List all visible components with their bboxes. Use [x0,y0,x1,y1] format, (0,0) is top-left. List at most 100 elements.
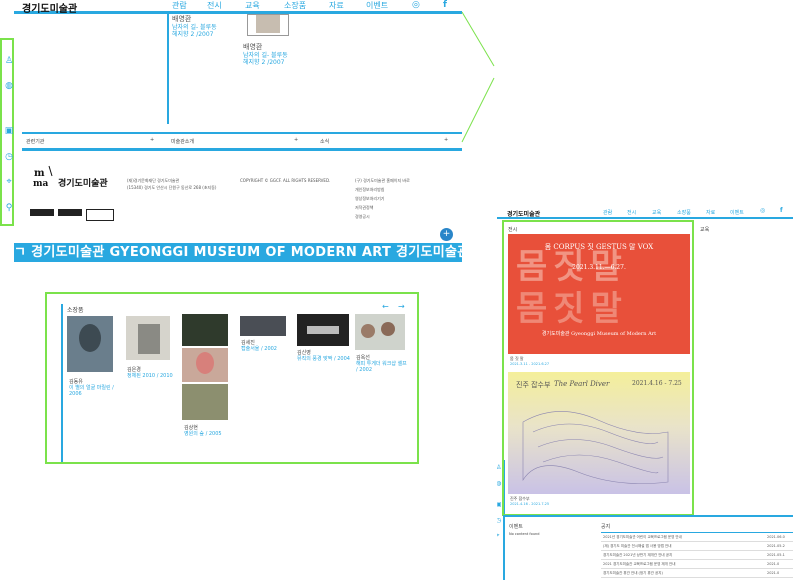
partner-logo[interactable] [86,209,114,221]
artwork-thumbnail[interactable] [247,14,289,36]
divider-line [503,515,793,517]
divider-line [61,304,63,462]
notice-row[interactable]: 2021년 경기도미술관 어린이 교육프로그램 운영 안내 2021.06.0 [601,533,793,542]
event-heading: 이벤트 [509,524,523,530]
notice-title[interactable]: (재) 경기도 미술관 전시해설 앱 사용 방법 안내 [603,544,671,549]
artwork-year: / 2002 [356,367,372,373]
partner-logo[interactable] [58,209,82,216]
nav-item-visit[interactable]: 관람 [603,209,612,216]
museum-logo-mark: m ma [32,164,54,189]
nav-item-archive[interactable]: 자료 [329,0,344,11]
nav-item-education[interactable]: 교육 [245,0,260,11]
calendar-icon[interactable]: ▣ [497,501,502,508]
section-heading: 소장품 [67,307,84,314]
footer-link[interactable]: 경영공시 [355,214,370,220]
nav-item-archive[interactable]: 자료 [706,209,715,216]
location-icon[interactable]: ⌖ [497,532,499,540]
floating-plus-button[interactable]: + [440,228,453,241]
exhibition-dates: 2021.4.16 - 2021.7.25 [510,502,550,506]
notice-date: 2021.06.0 [767,535,785,539]
notice-title[interactable]: 경기도미술관 휴관 안내 (정기 휴관 공지) [603,571,663,576]
notice-row[interactable]: 2021 경기도미술관 교육프로그램 운영 재개 안내 2021.0 [601,560,793,569]
instagram-icon[interactable]: ◎ [760,207,765,214]
partner-logo[interactable] [30,209,54,216]
nav-item-collection[interactable]: 소장품 [677,209,691,216]
globe-icon[interactable]: ◍ [4,81,14,91]
search-icon[interactable]: ⚲ [4,203,14,213]
collection-thumbnail[interactable] [240,316,286,336]
nav-item-collection[interactable]: 소장품 [284,0,306,11]
notice-row[interactable]: 경기도미술관 휴관 안내 (정기 휴관 공지) 2021.0 [601,569,793,578]
collection-thumbnail[interactable] [126,316,170,360]
poster-dates: 2021.4.16 - 7.25 [632,380,682,387]
notice-date: 2021.0 [767,562,780,566]
footer-copyright: COPYRIGHT © GGCF. ALL RIGHTS RESERVED. [240,178,331,183]
plus-icon[interactable]: + [150,137,154,143]
plus-icon[interactable]: + [444,137,448,143]
footer-divider [22,148,462,151]
exhibition-dates: 2021.3.11 - 2021.6.27 [510,362,550,366]
nav-item-visit[interactable]: 관람 [172,0,187,11]
collection-thumbnail[interactable] [182,314,228,346]
footer-link[interactable]: 저작권정책 [355,205,373,211]
artwork-title[interactable]: 영원의 숲 / 2005 [184,431,222,437]
arrow-left-icon[interactable]: ← [382,302,389,311]
notice-list: 2021년 경기도미술관 어린이 교육프로그램 운영 안내 2021.06.0 … [601,533,793,578]
arrow-right-icon[interactable]: → [398,302,405,311]
facebook-icon[interactable]: f [443,0,447,10]
collection-thumbnail[interactable] [182,384,228,420]
instagram-icon[interactable]: ◎ [412,0,420,10]
section-education-label: 교육 [700,227,710,233]
nav-underline [497,217,793,219]
facebook-icon[interactable]: f [780,207,783,214]
clock-icon[interactable]: ◷ [4,152,14,162]
exhibition-poster[interactable]: 몸짓말 몸짓말 몸 CORPUS 짓 GESTUS 말 VOX 2021.3.1… [508,234,690,354]
globe-icon[interactable]: ◍ [497,480,501,487]
nav-item-exhibition[interactable]: 전시 [627,209,636,216]
footer-link[interactable]: (구) 경기도미술관 홈페이지 바로 [355,178,410,184]
plus-icon[interactable]: + [294,137,298,143]
artist-name: 김동유 [69,379,83,385]
notice-row[interactable]: (재) 경기도 미술관 전시해설 앱 사용 방법 안내 2021.05.2 [601,542,793,551]
artwork-title[interactable]: 정체된 2010 / 2010 [127,373,173,379]
link-about-museum[interactable]: 미술관소개 [171,138,194,145]
notice-row[interactable]: 경기도미술관 2021년 상반기 재개관 안내 공지 2021.05.1 [601,551,793,560]
collection-thumbnail[interactable] [355,314,405,350]
nav-item-exhibition[interactable]: 전시 [207,0,222,11]
collection-thumbnail[interactable] [297,314,349,346]
artist-name: 김상현 [184,425,198,431]
collection-thumbnail[interactable] [182,348,228,382]
footer-link[interactable]: 개인정보처리방침 [355,187,384,193]
user-icon[interactable]: ♙ [497,464,501,471]
website-screenshot-right: 경기도미술관 관람 전시 교육 소장품 자료 이벤트 ◎ f 교육 ♙ ◍ ▣ … [497,202,793,587]
left-icon-sidebar: ♙ ◍ ▣ ◷ ⌖ ⚲ [0,38,14,226]
link-related-institutions[interactable]: 관련기관 [26,138,44,145]
footer-link[interactable]: 영상정보처리기기 [355,196,384,202]
user-icon[interactable]: ♙ [4,56,14,66]
nav-item-education[interactable]: 교육 [652,209,661,216]
notice-date: 2021.0 [767,571,780,575]
artist-name: 김은경 [127,367,141,373]
link-news[interactable]: 소식 [320,138,329,145]
exhibition-poster[interactable]: 진주 잡수부 The Pearl Diver 2021.4.16 - 7.25 [508,372,690,494]
notice-title[interactable]: 경기도미술관 2021년 상반기 재개관 안내 공지 [603,553,672,558]
collection-thumbnail[interactable] [67,316,113,372]
nav-item-event[interactable]: 이벤트 [366,0,388,11]
artwork-title[interactable]: 남자의 길- 블루동 [172,24,217,31]
site-logo[interactable]: 경기도미술관 [22,0,77,15]
artwork-year: 헤지향 2 /2007 [172,31,214,38]
poster-title: 진주 잡수부 [516,381,551,389]
notice-title[interactable]: 2021 경기도미술관 교육프로그램 운영 재개 안내 [603,562,675,567]
nav-item-event[interactable]: 이벤트 [730,209,744,216]
artwork-title[interactable]: 뮤직의 풍경 맞짝 / 2004 [297,356,350,362]
location-icon[interactable]: ⌖ [4,177,14,187]
notice-title[interactable]: 2021년 경기도미술관 어린이 교육프로그램 운영 안내 [603,535,682,540]
artwork-title[interactable]: 남자의 길- 블루동 [243,52,288,59]
artwork-title[interactable]: 캡슐서울 / 2002 [241,346,277,352]
top-nav-bar: 경기도미술관 관람 전시 교육 소장품 자료 이벤트 ◎ f [14,0,462,15]
notice-date: 2021.05.1 [767,553,785,557]
clock-icon[interactable]: ◷ [497,517,501,524]
artist-name: 배영환 [243,43,263,51]
artist-name: 김세진 [241,340,255,346]
calendar-icon[interactable]: ▣ [4,126,14,136]
